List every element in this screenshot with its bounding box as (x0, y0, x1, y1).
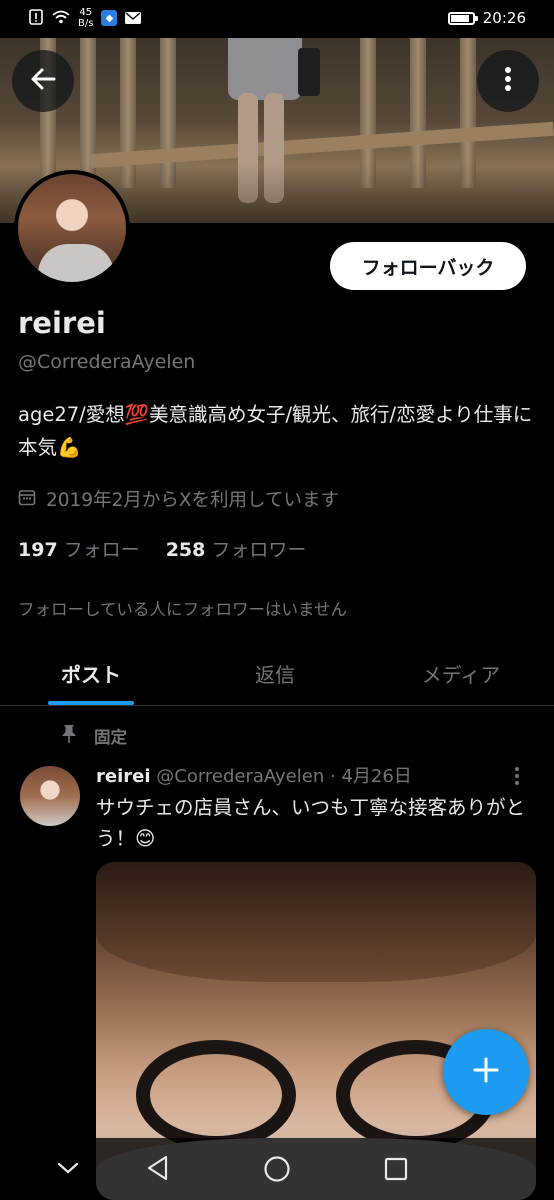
pin-icon (60, 724, 78, 748)
media-glasses-lens (136, 1040, 296, 1150)
tab-replies[interactable]: 返信 (182, 642, 368, 705)
more-vertical-icon (504, 65, 512, 97)
following-label: フォロー (63, 539, 140, 561)
calendar-icon (18, 488, 36, 511)
mail-icon (125, 9, 142, 28)
post-text: サウチェの店員さん、いつも丁寧な接客ありがとう！😊 (96, 796, 526, 850)
network-speed: 45 B/s (78, 7, 93, 29)
join-date-text: 2019年2月からXを利用しています (46, 490, 339, 511)
follow-back-button[interactable]: フォローバック (330, 242, 526, 290)
display-name: reirei (18, 306, 106, 340)
followers-stat[interactable]: 258 フォロワー (166, 535, 307, 562)
back-triangle-icon[interactable] (146, 1155, 170, 1185)
profile-avatar[interactable] (14, 170, 130, 286)
more-options-button[interactable] (477, 50, 539, 112)
post-separator: · (329, 766, 336, 787)
followers-count: 258 (165, 539, 206, 561)
followers-label: フォロワー (211, 539, 307, 561)
followers-you-know[interactable]: フォローしている人にフォロワーはいません (18, 596, 347, 620)
banner-figure (228, 38, 302, 100)
profile-tabs: ポスト 返信 メディア (0, 642, 554, 706)
status-left: 45 B/s ◆ (28, 7, 142, 29)
status-right: 20:26 (447, 9, 526, 27)
chevron-down-icon[interactable] (56, 1160, 80, 1180)
post-author-name[interactable]: reirei (96, 766, 151, 787)
follow-stats: 197 フォロー 258 フォロワー (18, 535, 306, 562)
post-header: reirei @CorrederaAyelen · 4月26日 (96, 762, 412, 788)
tab-media[interactable]: メディア (368, 642, 554, 705)
back-button[interactable] (12, 50, 74, 112)
recents-square-icon[interactable] (384, 1157, 408, 1185)
post-date[interactable]: 4月26日 (341, 766, 411, 787)
battery-level-fill (450, 14, 469, 22)
tab-posts[interactable]: ポスト (0, 642, 182, 705)
shield-app-icon: ◆ (101, 10, 118, 26)
user-handle: @CorrederaAyelen (18, 351, 196, 373)
post-author-avatar[interactable] (20, 766, 80, 826)
join-date: 2019年2月からXを利用しています (18, 486, 339, 512)
battery-icon (447, 11, 478, 25)
post-author-handle: @CorrederaAyelen (156, 766, 325, 787)
alert-icon (28, 8, 44, 28)
pinned-indicator: 固定 (60, 724, 127, 748)
plus-icon (471, 1055, 501, 1089)
compose-post-button[interactable] (443, 1029, 529, 1115)
following-stat[interactable]: 197 フォロー (18, 535, 140, 562)
system-navigation-bar (0, 1138, 554, 1200)
home-circle-icon[interactable] (263, 1155, 291, 1187)
media-hair (96, 862, 536, 982)
wifi-icon (52, 9, 70, 28)
more-vertical-icon (514, 767, 520, 790)
arrow-left-icon (29, 65, 57, 97)
avatar-shirt (38, 244, 114, 282)
clock: 20:26 (482, 9, 526, 27)
status-bar: 45 B/s ◆ 20:26 (0, 0, 554, 38)
network-speed-value: 45 (79, 7, 93, 18)
network-speed-unit: B/s (78, 18, 94, 29)
post-more-button[interactable] (514, 766, 520, 790)
following-count: 197 (18, 539, 58, 561)
profile-bio: age27/愛想💯美意識高め女子/観光、旅行/恋愛より仕事に本気💪 (18, 403, 533, 459)
pinned-label: 固定 (94, 728, 127, 747)
banner-figure-bag (298, 48, 320, 96)
